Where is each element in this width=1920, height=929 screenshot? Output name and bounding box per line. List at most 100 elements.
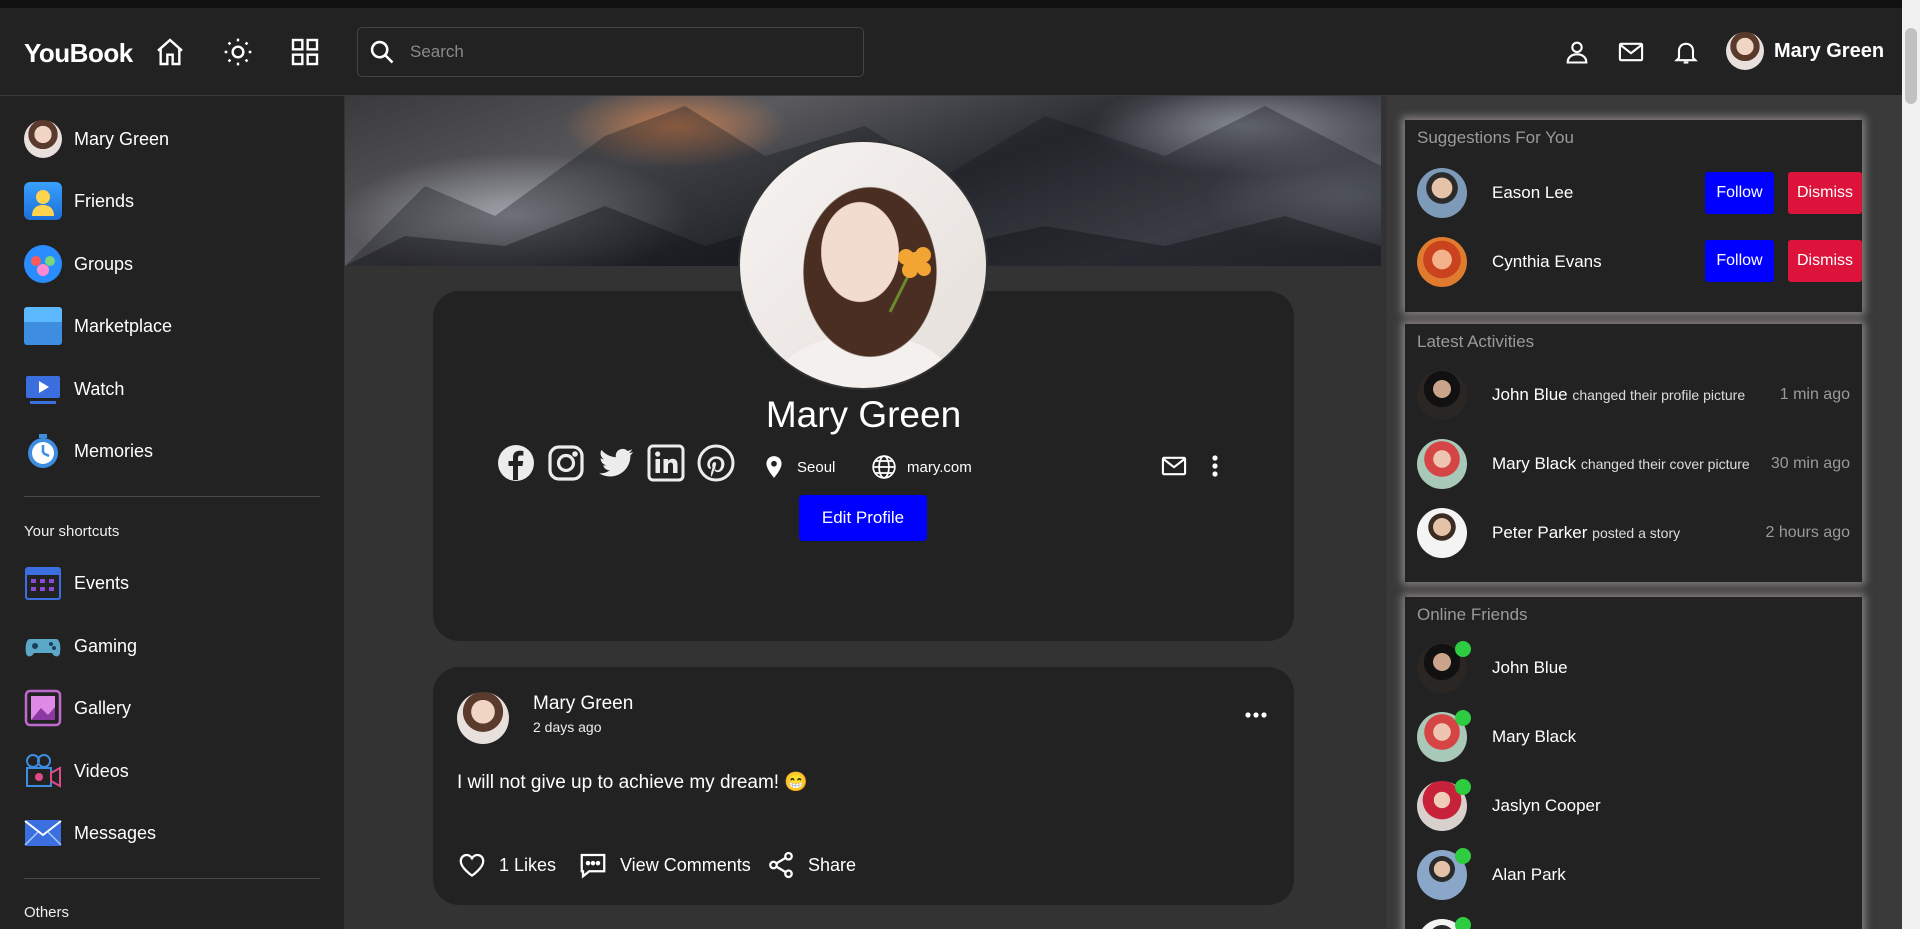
- activity-action: changed their cover picture: [1580, 456, 1750, 472]
- twitter-icon[interactable]: [597, 444, 635, 482]
- sidebar-item-label: Friends: [74, 190, 135, 211]
- sidebar-item-memories[interactable]: Memories: [24, 432, 153, 470]
- like-button[interactable]: 1 Likes: [457, 850, 556, 880]
- gaming-icon: [24, 627, 62, 665]
- facebook-icon[interactable]: [497, 444, 535, 482]
- sidebar-item-watch[interactable]: Watch: [24, 370, 124, 408]
- activity-row: John Blue changed their profile picture …: [1417, 370, 1850, 420]
- linkedin-icon[interactable]: [647, 444, 685, 482]
- sidebar-item-groups[interactable]: Groups: [24, 245, 133, 283]
- left-sidebar: Mary Green Friends Groups Marketplace Wa…: [0, 96, 344, 929]
- online-friend-row[interactable]: John Blue: [1417, 641, 1850, 693]
- memories-icon: [24, 432, 62, 470]
- instagram-icon[interactable]: [547, 444, 585, 482]
- groups-icon: [24, 245, 62, 283]
- suggestion-name[interactable]: Cynthia Evans: [1492, 252, 1602, 272]
- sidebar-item-label: Memories: [74, 440, 154, 461]
- avatar: [1417, 917, 1471, 929]
- videos-icon: [24, 752, 62, 790]
- edit-profile-button[interactable]: Edit Profile: [799, 495, 927, 541]
- online-status-dot: [1455, 710, 1471, 726]
- profile-website[interactable]: mary.com: [871, 454, 972, 480]
- likes-count: 1 Likes: [499, 854, 557, 875]
- dismiss-button[interactable]: Dismiss: [1788, 240, 1862, 282]
- suggestions-panel: Suggestions For You Eason Lee Follow Dis…: [1405, 120, 1862, 312]
- avatar[interactable]: [1417, 508, 1467, 558]
- theme-toggle-icon[interactable]: [222, 36, 254, 68]
- profile-icon[interactable]: [1563, 38, 1591, 66]
- notifications-icon[interactable]: [1672, 38, 1700, 66]
- sidebar-item-gaming[interactable]: Gaming: [24, 627, 137, 665]
- online-friend-row[interactable]: Alan Park: [1417, 848, 1850, 900]
- avatar[interactable]: [1417, 237, 1467, 287]
- post-more-icon[interactable]: [1243, 707, 1269, 723]
- activities-panel: Latest Activities John Blue changed thei…: [1405, 324, 1862, 582]
- pinterest-icon[interactable]: [697, 444, 735, 482]
- sidebar-item-label: Videos: [74, 760, 129, 781]
- sidebar-divider: [24, 878, 320, 879]
- sidebar-item-label: Mary Green: [74, 128, 170, 149]
- share-icon: [769, 851, 793, 879]
- home-icon[interactable]: [154, 36, 186, 68]
- avatar[interactable]: [1417, 370, 1467, 420]
- online-friend-row[interactable]: [1417, 917, 1850, 929]
- sidebar-item-label: Marketplace: [74, 315, 173, 336]
- activity-user[interactable]: John Blue: [1492, 385, 1568, 404]
- page-scrollbar[interactable]: [1902, 0, 1920, 929]
- activity-time: 30 min ago: [1770, 455, 1850, 472]
- events-icon: [24, 564, 62, 602]
- sidebar-item-messages[interactable]: Messages: [24, 814, 156, 852]
- suggestion-row: Cynthia Evans: [1417, 237, 1850, 287]
- profile-avatar[interactable]: [738, 140, 988, 390]
- sidebar-item-profile[interactable]: Mary Green: [24, 120, 169, 158]
- activity-text: Mary Black changed their cover picture: [1492, 454, 1750, 474]
- sidebar-item-videos[interactable]: Videos: [24, 752, 129, 790]
- message-user-icon[interactable]: [1160, 452, 1188, 480]
- search-icon[interactable]: [368, 38, 396, 66]
- online-status-dot: [1455, 848, 1471, 864]
- avatar[interactable]: [1417, 439, 1467, 489]
- online-friend-name: Mary Black: [1492, 727, 1577, 746]
- online-friend-row[interactable]: Jaslyn Cooper: [1417, 779, 1850, 831]
- app-logo[interactable]: YouBook: [24, 38, 133, 69]
- suggestion-name[interactable]: Eason Lee: [1492, 183, 1573, 203]
- sidebar-item-label: Watch: [74, 378, 125, 399]
- search-input[interactable]: [410, 28, 850, 76]
- sidebar-item-marketplace[interactable]: Marketplace: [24, 307, 172, 345]
- post-author[interactable]: Mary Green: [533, 693, 633, 715]
- follow-button[interactable]: Follow: [1705, 240, 1774, 282]
- online-friends-panel: Online Friends John Blue Mary Black Jasl…: [1405, 597, 1862, 929]
- sidebar-divider: [24, 496, 320, 497]
- view-comments-button[interactable]: View Comments: [578, 850, 751, 880]
- sidebar-item-gallery[interactable]: Gallery: [24, 689, 131, 727]
- sidebar-item-events[interactable]: Events: [24, 564, 129, 602]
- location-pin-icon: [766, 456, 782, 478]
- sidebar-item-friends[interactable]: Friends: [24, 182, 134, 220]
- online-friend-name: Jaslyn Cooper: [1492, 796, 1601, 815]
- search-box: [357, 27, 864, 77]
- dismiss-button[interactable]: Dismiss: [1788, 172, 1862, 214]
- view-comments-label: View Comments: [620, 854, 751, 875]
- follow-button[interactable]: Follow: [1705, 172, 1774, 214]
- mail-icon[interactable]: [1617, 38, 1645, 66]
- avatar: [1417, 641, 1471, 693]
- friends-icon: [24, 182, 62, 220]
- post-card: Mary Green 2 days ago I will not give up…: [433, 667, 1294, 905]
- activity-user[interactable]: Mary Black: [1492, 454, 1576, 473]
- online-friend-row[interactable]: Mary Black: [1417, 710, 1850, 762]
- avatar[interactable]: [457, 692, 509, 744]
- avatar[interactable]: [1417, 168, 1467, 218]
- activity-user[interactable]: Peter Parker: [1492, 523, 1587, 542]
- location-text: Seoul: [797, 458, 836, 476]
- shortcuts-heading: Your shortcuts: [24, 523, 120, 540]
- suggestion-row: Eason Lee: [1417, 168, 1850, 218]
- suggestions-title: Suggestions For You: [1417, 128, 1574, 147]
- apps-grid-icon[interactable]: [289, 36, 321, 68]
- activity-text: Peter Parker posted a story: [1492, 523, 1680, 543]
- right-sidebar: Suggestions For You Eason Lee Follow Dis…: [1387, 96, 1902, 929]
- top-navbar: YouBook Mary Green: [0, 0, 1902, 96]
- share-button[interactable]: Share: [766, 850, 856, 880]
- more-options-icon[interactable]: [1203, 452, 1227, 480]
- scrollbar-thumb[interactable]: [1905, 28, 1917, 104]
- current-user-menu[interactable]: Mary Green: [1726, 32, 1884, 70]
